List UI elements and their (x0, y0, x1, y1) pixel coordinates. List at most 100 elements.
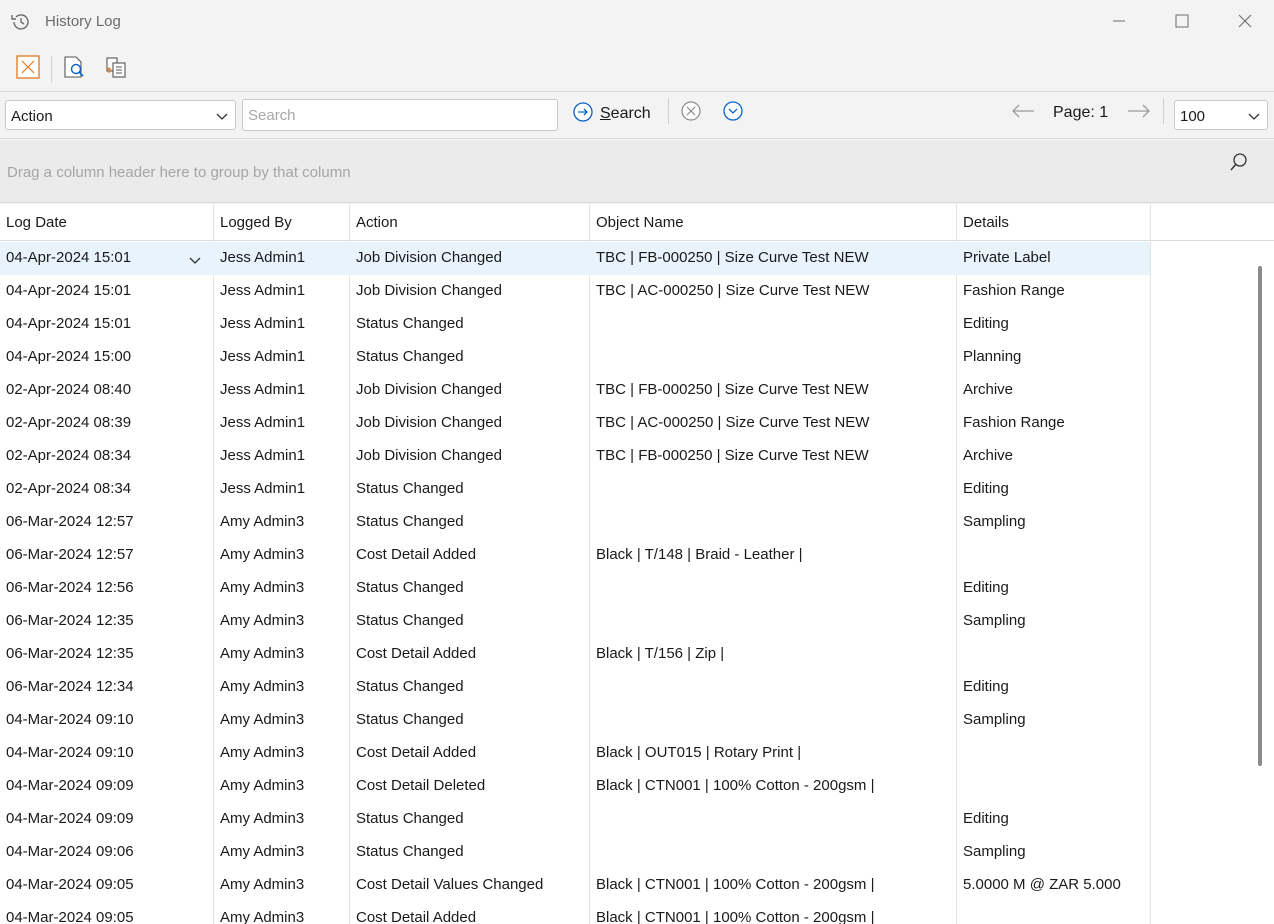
cell-log-date[interactable]: 02-Apr-2024 08:39 (0, 407, 214, 440)
print-preview-button[interactable] (59, 54, 89, 84)
cell-object-name[interactable]: TBC | FB-000250 | Size Curve Test NEW (590, 374, 957, 407)
cell-details[interactable]: Archive (957, 440, 1151, 473)
page-size-select[interactable]: 100 (1174, 100, 1268, 130)
cell-logged-by[interactable]: Amy Admin3 (214, 836, 350, 869)
cell-action[interactable]: Status Changed (350, 704, 590, 737)
cell-details[interactable]: Editing (957, 572, 1151, 605)
cell-details[interactable]: Planning (957, 341, 1151, 374)
cell-log-date[interactable]: 04-Mar-2024 09:06 (0, 836, 214, 869)
cell-action[interactable]: Job Division Changed (350, 407, 590, 440)
cell-object-name[interactable] (590, 836, 957, 869)
cell-object-name[interactable]: TBC | AC-000250 | Size Curve Test NEW (590, 275, 957, 308)
cell-details[interactable]: Private Label (957, 242, 1151, 275)
cell-logged-by[interactable]: Amy Admin3 (214, 506, 350, 539)
cell-details[interactable]: Editing (957, 803, 1151, 836)
close-button[interactable] (1225, 8, 1265, 38)
cell-object-name[interactable] (590, 473, 957, 506)
table-row[interactable]: 02-Apr-2024 08:34 Jess Admin1 Status Chang… (0, 473, 1150, 506)
table-row[interactable]: 02-Apr-2024 08:34 Jess Admin1 Job Division… (0, 440, 1150, 473)
cell-logged-by[interactable]: Amy Admin3 (214, 605, 350, 638)
column-header-logged-by[interactable]: Logged By (214, 204, 350, 241)
search-input[interactable] (242, 99, 558, 131)
cell-logged-by[interactable]: Jess Admin1 (214, 242, 350, 275)
table-row[interactable]: 04-Apr-2024 15:01 Jess Admin1 Status Chang… (0, 308, 1150, 341)
cell-details[interactable]: Editing (957, 671, 1151, 704)
cell-action[interactable]: Status Changed (350, 671, 590, 704)
cell-details[interactable]: Editing (957, 473, 1151, 506)
cell-details[interactable]: Sampling (957, 704, 1151, 737)
cell-log-date[interactable]: 06-Mar-2024 12:35 (0, 638, 214, 671)
table-row[interactable]: 06-Mar-2024 12:35 Amy Admin3 Status Change… (0, 605, 1150, 638)
cell-object-name[interactable]: TBC | AC-000250 | Size Curve Test NEW (590, 407, 957, 440)
previous-page-button[interactable] (1008, 98, 1038, 128)
cell-action[interactable]: Cost Detail Added (350, 737, 590, 770)
cell-logged-by[interactable]: Amy Admin3 (214, 539, 350, 572)
cell-logged-by[interactable]: Jess Admin1 (214, 473, 350, 506)
cell-log-date[interactable]: 02-Apr-2024 08:34 (0, 473, 214, 506)
cell-action[interactable]: Cost Detail Values Changed (350, 869, 590, 902)
cell-log-date[interactable]: 04-Mar-2024 09:10 (0, 704, 214, 737)
scrollbar-thumb[interactable] (1258, 266, 1262, 766)
cell-object-name[interactable] (590, 704, 957, 737)
cell-object-name[interactable] (590, 605, 957, 638)
cell-action[interactable]: Status Changed (350, 605, 590, 638)
expand-filters-button[interactable] (718, 98, 748, 128)
cell-details[interactable]: Editing (957, 308, 1151, 341)
cell-log-date[interactable]: 04-Apr-2024 15:01 (0, 275, 214, 308)
cell-object-name[interactable]: TBC | FB-000250 | Size Curve Test NEW (590, 242, 957, 275)
cell-details[interactable] (957, 638, 1151, 671)
column-header-log-date[interactable]: Log Date (0, 204, 214, 241)
column-header-action[interactable]: Action (350, 204, 590, 241)
cell-logged-by[interactable]: Jess Admin1 (214, 374, 350, 407)
cell-log-date[interactable]: 06-Mar-2024 12:57 (0, 539, 214, 572)
chevron-down-icon[interactable] (188, 253, 202, 264)
cell-details[interactable]: Sampling (957, 506, 1151, 539)
cell-log-date[interactable]: 04-Mar-2024 09:09 (0, 803, 214, 836)
table-row[interactable]: 04-Mar-2024 09:10 Amy Admin3 Status Change… (0, 704, 1150, 737)
cell-action[interactable]: Status Changed (350, 836, 590, 869)
cell-action[interactable]: Status Changed (350, 572, 590, 605)
vertical-scrollbar[interactable] (1254, 266, 1266, 766)
cell-action[interactable]: Cost Detail Added (350, 902, 590, 924)
cell-logged-by[interactable]: Jess Admin1 (214, 308, 350, 341)
cell-logged-by[interactable]: Amy Admin3 (214, 638, 350, 671)
cell-action[interactable]: Status Changed (350, 308, 590, 341)
cell-object-name[interactable]: TBC | FB-000250 | Size Curve Test NEW (590, 440, 957, 473)
cell-logged-by[interactable]: Amy Admin3 (214, 704, 350, 737)
cell-object-name[interactable] (590, 572, 957, 605)
cell-object-name[interactable] (590, 803, 957, 836)
cell-action[interactable]: Status Changed (350, 803, 590, 836)
maximize-button[interactable] (1162, 8, 1202, 38)
cell-logged-by[interactable]: Jess Admin1 (214, 275, 350, 308)
cell-log-date[interactable]: 06-Mar-2024 12:34 (0, 671, 214, 704)
cell-details[interactable] (957, 737, 1151, 770)
close-document-button[interactable] (13, 54, 43, 84)
cell-object-name[interactable]: Black | CTN001 | 100% Cotton - 200gsm | (590, 869, 957, 902)
cell-logged-by[interactable]: Amy Admin3 (214, 671, 350, 704)
table-row[interactable]: 04-Apr-2024 15:00 Jess Admin1 Status Chang… (0, 341, 1150, 374)
cell-object-name[interactable]: Black | T/156 | Zip | (590, 638, 957, 671)
cell-log-date[interactable]: 04-Mar-2024 09:09 (0, 770, 214, 803)
table-row[interactable]: 06-Mar-2024 12:56 Amy Admin3 Status Change… (0, 572, 1150, 605)
table-row[interactable]: 02-Apr-2024 08:39 Jess Admin1 Job Division… (0, 407, 1150, 440)
table-row[interactable]: 04-Mar-2024 09:06 Amy Admin3 Status Change… (0, 836, 1150, 869)
search-button[interactable]: Search (572, 99, 651, 129)
cell-action[interactable]: Status Changed (350, 506, 590, 539)
cell-logged-by[interactable]: Amy Admin3 (214, 902, 350, 924)
cell-log-date[interactable]: 06-Mar-2024 12:35 (0, 605, 214, 638)
table-row[interactable]: 04-Mar-2024 09:05 Amy Admin3 Cost Detail V… (0, 869, 1150, 902)
cell-logged-by[interactable]: Jess Admin1 (214, 407, 350, 440)
cell-logged-by[interactable]: Jess Admin1 (214, 341, 350, 374)
cell-action[interactable]: Job Division Changed (350, 374, 590, 407)
cell-details[interactable] (957, 902, 1151, 924)
cell-log-date[interactable]: 02-Apr-2024 08:34 (0, 440, 214, 473)
clear-search-button[interactable] (676, 98, 706, 128)
table-row[interactable]: 06-Mar-2024 12:34 Amy Admin3 Status Change… (0, 671, 1150, 704)
cell-details[interactable]: Sampling (957, 605, 1151, 638)
cell-details[interactable]: Fashion Range (957, 407, 1151, 440)
cell-logged-by[interactable]: Amy Admin3 (214, 869, 350, 902)
cell-object-name[interactable]: Black | CTN001 | 100% Cotton - 200gsm | (590, 770, 957, 803)
table-row[interactable]: 02-Apr-2024 08:40 Jess Admin1 Job Division… (0, 374, 1150, 407)
cell-action[interactable]: Cost Detail Added (350, 638, 590, 671)
cell-object-name[interactable]: Black | OUT015 | Rotary Print | (590, 737, 957, 770)
